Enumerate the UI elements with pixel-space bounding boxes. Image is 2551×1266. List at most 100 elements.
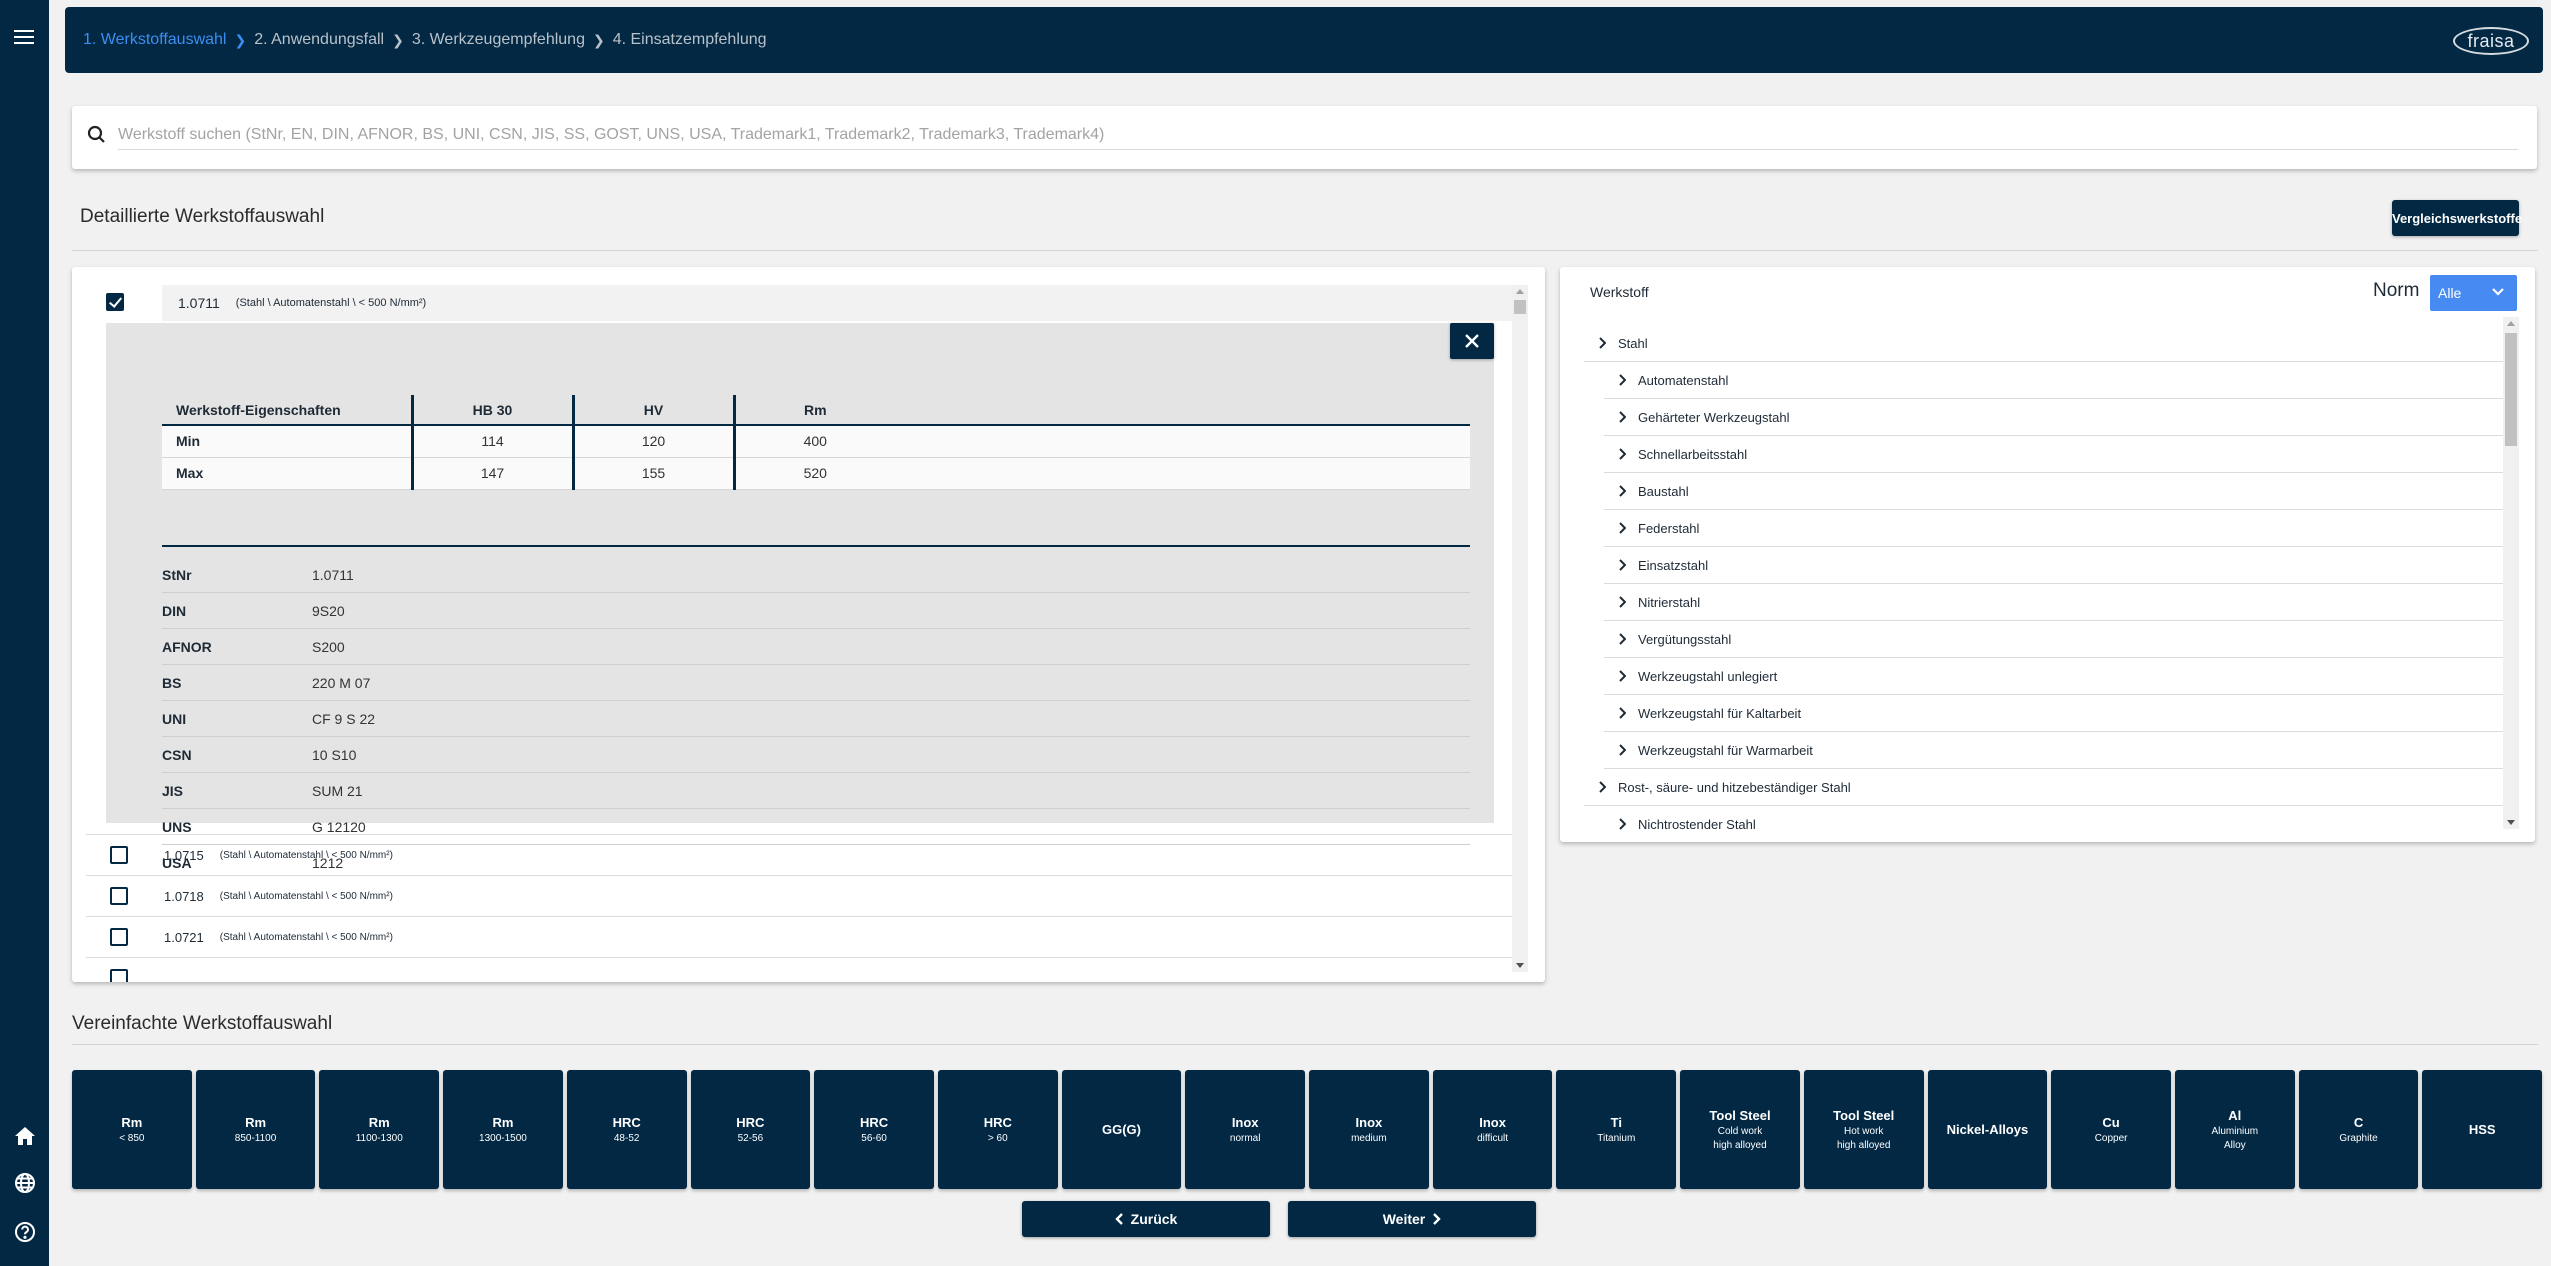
- material-group-tile[interactable]: Inox normal: [1185, 1070, 1306, 1189]
- search-icon: [86, 124, 108, 146]
- tree-item[interactable]: Stahl: [1584, 325, 2504, 362]
- material-group-tile[interactable]: Rm 850-1100: [195, 1070, 316, 1189]
- tree-item[interactable]: Einsatzstahl: [1604, 547, 2504, 584]
- material-group-tile[interactable]: HRC 52-56: [690, 1070, 811, 1189]
- tree-item[interactable]: Werkzeugstahl für Kaltarbeit: [1604, 695, 2504, 732]
- material-group-tile[interactable]: Ti Titanium: [1556, 1070, 1677, 1189]
- material-group-tile[interactable]: GG(G): [1061, 1070, 1182, 1189]
- breadcrumb-step-3[interactable]: 3. Werkzeugempfehlung: [412, 31, 585, 49]
- material-group-tile[interactable]: Cu Copper: [2051, 1070, 2171, 1189]
- material-group-tile[interactable]: Nickel-Alloys: [1927, 1070, 2048, 1189]
- breadcrumb-step-1[interactable]: 1. Werkstoffauswahl: [83, 31, 226, 49]
- table-cell: 147: [412, 457, 575, 490]
- material-group-tile[interactable]: HRC > 60: [937, 1070, 1058, 1189]
- scroll-down-icon[interactable]: [2507, 820, 2515, 825]
- comparison-materials-button[interactable]: Vergleichswerkstoffe: [2392, 200, 2522, 236]
- material-group-tile[interactable]: Rm < 850: [72, 1070, 192, 1189]
- chevron-right-icon: [1599, 781, 1606, 793]
- chevron-right-icon: ❯: [392, 31, 404, 48]
- material-group-tile[interactable]: Inox medium: [1309, 1070, 1429, 1189]
- material-tree: Stahl Automatenstahl Gehärteter Werkzeugst…: [1584, 325, 2504, 842]
- table-cell: 155: [573, 457, 736, 490]
- chevron-right-icon: [1619, 374, 1626, 386]
- back-button[interactable]: Zurück: [1022, 1201, 1270, 1237]
- simplified-selection-title: Vereinfachte Werkstoffauswahl: [72, 1013, 333, 1034]
- tree-item[interactable]: Automatenstahl: [1604, 362, 2504, 399]
- tree-item-label: Baustahl: [1638, 483, 1689, 499]
- tile-title: Al: [2228, 1107, 2242, 1123]
- close-detail-button[interactable]: [1450, 323, 1494, 359]
- scrollbar-thumb[interactable]: [2505, 333, 2517, 446]
- tree-item[interactable]: Vergütungsstahl: [1604, 621, 2504, 658]
- material-search-input[interactable]: [118, 120, 2518, 150]
- globe-icon[interactable]: [13, 1171, 37, 1195]
- scrollbar-thumb[interactable]: [1514, 300, 1526, 314]
- chevron-right-icon: [1619, 633, 1626, 645]
- selected-material-row[interactable]: 1.0711 (Stahl \ Automatenstahl \ < 500 N…: [72, 267, 1512, 323]
- material-group-tile[interactable]: HRC 56-60: [814, 1070, 934, 1189]
- tree-item[interactable]: Federstahl: [1604, 510, 2504, 547]
- material-row[interactable]: 1.0715 (Stahl \ Automatenstahl \ < 500 N…: [86, 834, 1512, 875]
- sidebar: [0, 0, 49, 1266]
- material-group-tile[interactable]: C Graphite: [2298, 1070, 2419, 1189]
- material-group-tile[interactable]: Tool Steel Cold work high alloyed: [1680, 1070, 1800, 1189]
- material-group-tile[interactable]: Rm 1100-1300: [319, 1070, 440, 1189]
- menu-icon[interactable]: [14, 30, 34, 46]
- close-icon: [1465, 334, 1479, 348]
- norm-value: S200: [312, 638, 345, 655]
- tree-item[interactable]: Gehärteter Werkzeugstahl: [1604, 399, 2504, 436]
- norm-row: StNr 1.0711: [162, 557, 1470, 593]
- material-code: 1.0721: [164, 929, 204, 945]
- material-row-partial[interactable]: [86, 957, 1512, 982]
- material-checkbox[interactable]: [110, 969, 128, 982]
- norm-key: UNS: [162, 818, 192, 835]
- tree-item[interactable]: Rost-, säure- und hitzebeständiger Stahl: [1584, 769, 2504, 806]
- table-row: Max 147 155 520: [162, 457, 1470, 490]
- tree-item[interactable]: Werkzeugstahl unlegiert: [1604, 658, 2504, 695]
- help-icon[interactable]: [13, 1220, 37, 1244]
- chevron-right-icon: ❯: [234, 31, 247, 48]
- material-group-tile[interactable]: Al Aluminium Alloy: [2174, 1070, 2295, 1189]
- material-checkbox[interactable]: [106, 293, 124, 311]
- next-button[interactable]: Weiter: [1288, 1201, 1536, 1237]
- material-group-tile[interactable]: HRC 48-52: [566, 1070, 687, 1189]
- list-scrollbar[interactable]: [1512, 285, 1528, 972]
- tree-item[interactable]: Nichtrostender Stahl: [1604, 806, 2504, 842]
- material-row[interactable]: 1.0721 (Stahl \ Automatenstahl \ < 500 N…: [86, 916, 1512, 957]
- tree-item-label: Vergütungsstahl: [1638, 631, 1732, 647]
- tree-scrollbar[interactable]: [2503, 317, 2519, 829]
- norm-dropdown[interactable]: Alle: [2430, 275, 2517, 311]
- material-checkbox[interactable]: [110, 887, 128, 905]
- selected-material-header[interactable]: 1.0711 (Stahl \ Automatenstahl \ < 500 N…: [162, 285, 1512, 321]
- breadcrumb-step-4[interactable]: 4. Einsatzempfehlung: [613, 31, 767, 49]
- tile-title: Cu: [2102, 1114, 2120, 1130]
- material-group-tile[interactable]: HSS: [2422, 1070, 2543, 1189]
- chevron-right-icon: [1619, 707, 1626, 719]
- tile-title: Ti: [1610, 1114, 1622, 1130]
- home-icon[interactable]: [13, 1124, 37, 1148]
- breadcrumb-step-2[interactable]: 2. Anwendungsfall: [254, 31, 384, 49]
- chevron-right-icon: [1619, 818, 1626, 830]
- tree-item[interactable]: Werkzeugstahl für Warmarbeit: [1604, 732, 2504, 769]
- scroll-down-icon[interactable]: [1516, 963, 1524, 968]
- material-group-tile[interactable]: Inox difficult: [1432, 1070, 1553, 1189]
- norm-value: G 12120: [312, 818, 366, 835]
- material-row[interactable]: 1.0718 (Stahl \ Automatenstahl \ < 500 N…: [86, 875, 1512, 916]
- tile-subtitle: Graphite: [2339, 1132, 2378, 1144]
- scroll-up-icon[interactable]: [1516, 289, 1524, 294]
- material-group-tile[interactable]: Rm 1300-1500: [443, 1070, 563, 1189]
- tree-item-label: Schnellarbeitsstahl: [1638, 446, 1748, 462]
- material-checkbox[interactable]: [110, 846, 128, 864]
- tile-title: Rm: [245, 1114, 267, 1130]
- scroll-up-icon[interactable]: [2507, 321, 2515, 326]
- chevron-right-icon: [1619, 596, 1626, 608]
- tree-item-label: Werkzeugstahl für Warmarbeit: [1638, 742, 1813, 758]
- norm-value: 9S20: [312, 602, 345, 619]
- material-group-tile[interactable]: Tool Steel Hot work high alloyed: [1803, 1070, 1924, 1189]
- material-checkbox[interactable]: [110, 928, 128, 946]
- material-path: (Stahl \ Automatenstahl \ < 500 N/mm²): [235, 297, 427, 309]
- chevron-right-icon: [1599, 337, 1606, 349]
- tree-item[interactable]: Baustahl: [1604, 473, 2504, 510]
- tree-item[interactable]: Schnellarbeitsstahl: [1604, 436, 2504, 473]
- tree-item[interactable]: Nitrierstahl: [1604, 584, 2504, 621]
